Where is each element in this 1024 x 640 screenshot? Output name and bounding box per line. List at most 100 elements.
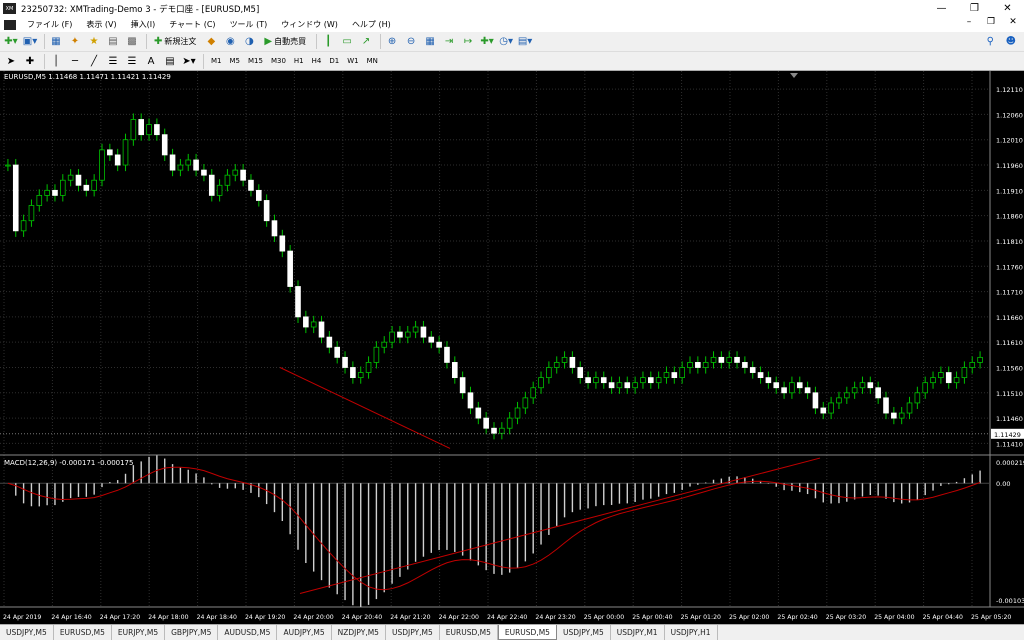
candle-body [671,372,678,379]
arrows-icon[interactable]: ➤▾ [181,53,197,69]
restore-icon[interactable]: ❐ [958,0,991,17]
timeframe-m30[interactable]: M30 [267,54,290,69]
candle-body [451,362,458,379]
search-icon[interactable]: ⚲ [987,36,994,47]
data-window-icon[interactable]: ✦ [67,34,83,50]
menu-insert[interactable]: 挿入(I) [124,19,163,30]
zoom-out-icon[interactable]: ⊖ [403,34,419,50]
price-tick-label: 1.12010 [996,137,1023,145]
candle-body [295,286,301,318]
chart-window[interactable]: 1.12110 1.12060 1.12010 1.11960 1.11910 1.118… [0,71,1024,624]
menu-help[interactable]: ヘルプ (H) [345,19,398,30]
menu-view[interactable]: 表示 (V) [79,19,123,30]
chart-tab[interactable]: AUDUSD,M5 [218,625,278,640]
timeframe-w1[interactable]: W1 [343,54,362,69]
child-restore-icon[interactable]: ❐ [980,17,1002,27]
new-order-button[interactable]: ✚ 新規注文 [150,34,200,50]
autoscroll-icon[interactable]: ⇥ [441,34,457,50]
cursor-icon[interactable]: ➤ [3,53,19,69]
channel-icon[interactable]: ☰ [105,53,121,69]
candle-body [585,377,591,384]
chart-tab-active[interactable]: EURUSD,M5 [497,625,557,640]
trendline-icon[interactable]: ╱ [86,53,102,69]
chart-tab[interactable]: EURUSD,M5 [54,625,112,640]
chart-tab[interactable]: EURJPY,M5 [112,625,166,640]
menu-window[interactable]: ウィンドウ (W) [274,19,345,30]
candle-body [640,377,646,384]
chart-tab[interactable]: USDJPY,M5 [386,625,440,640]
crosshair-icon[interactable]: ✚ [22,53,38,69]
system-menu-icon[interactable] [4,19,16,30]
new-chart-icon[interactable]: ✚▾ [3,34,19,50]
time-tick-label: 24 Apr 22:40 [487,614,527,621]
line-chart-icon[interactable]: ↗ [358,34,374,50]
chart-shift-icon[interactable]: ↦ [460,34,476,50]
chart-tab[interactable]: USDJPY,H1 [665,625,718,640]
signals-icon[interactable]: ◉ [222,34,238,50]
new-order-label: 新規注文 [164,37,197,46]
menu-tools[interactable]: ツール (T) [223,19,275,30]
price-tick-label: 1.11760 [996,263,1023,271]
child-minimize-icon[interactable]: – [958,17,980,27]
close-icon[interactable]: ✕ [991,0,1024,17]
timeframe-mn[interactable]: MN [363,54,382,69]
candle-body [475,407,482,419]
candle-body [428,336,435,343]
candle-body [820,407,827,414]
candle-body [138,119,145,136]
auto-trading-button[interactable]: ▶ 自動売買 [260,34,310,50]
timeframe-h4[interactable]: H4 [308,54,326,69]
chart-tab[interactable]: NZDJPY,M5 [332,625,386,640]
chart-tab[interactable]: USDJPY,M1 [611,625,665,640]
time-tick-label: 24 Apr 2019 [3,614,41,621]
fibonacci-icon[interactable]: ☰ [124,53,140,69]
chart-tab[interactable]: EURUSD,M5 [440,625,498,640]
candle-body [44,189,50,196]
menu-file[interactable]: ファイル (F) [20,19,79,30]
timeframe-h1[interactable]: H1 [290,54,308,69]
menu-chart[interactable]: チャート (C) [162,19,222,30]
minimize-icon[interactable]: — [925,0,958,17]
chart-tab[interactable]: GBPJPY,M5 [165,625,219,640]
candle-body [514,407,521,419]
horizontal-line-icon[interactable]: ─ [67,53,83,69]
tile-windows-icon[interactable]: ▦ [422,34,438,50]
timeframe-d1[interactable]: D1 [325,54,343,69]
profiles-icon[interactable]: ▣▾ [22,34,38,50]
community-icon[interactable]: ☻ [1006,36,1016,47]
child-close-icon[interactable]: ✕ [1002,17,1024,27]
candle-body [655,377,662,384]
periods-icon[interactable]: ◷▾ [498,34,514,50]
timeframe-m15[interactable]: M15 [244,54,267,69]
text-label-icon[interactable]: ▤ [162,53,178,69]
navigator-icon[interactable]: ★ [86,34,102,50]
market-icon[interactable]: ◑ [241,34,257,50]
candle-body [326,336,333,348]
strategy-tester-icon[interactable]: ▩ [124,34,140,50]
price-tick-label: 1.11560 [996,364,1023,372]
candle-body [804,387,811,394]
vertical-line-icon[interactable]: │ [48,53,64,69]
candle-body [663,372,670,379]
candlestick-chart-icon[interactable]: ▭ [339,34,355,50]
app-logo-icon: XM [3,3,16,14]
price-chart[interactable]: 1.12110 1.12060 1.12010 1.11960 1.11910 1.118… [0,71,1024,624]
candle-body [12,164,19,232]
chart-tab[interactable]: USDJPY,M5 [0,625,54,640]
candle-body [185,159,192,166]
candle-body [216,184,223,196]
templates-icon[interactable]: ▤▾ [517,34,533,50]
chart-tab[interactable]: USDJPY,M5 [557,625,611,640]
terminal-icon[interactable]: ▤ [105,34,121,50]
metaeditor-icon[interactable]: ◆ [203,34,219,50]
indicators-icon[interactable]: ✚▾ [479,34,495,50]
market-watch-icon[interactable]: ▦ [48,34,64,50]
timeframe-m1[interactable]: M1 [207,54,226,69]
zoom-in-icon[interactable]: ⊕ [384,34,400,50]
text-icon[interactable]: A [143,53,159,69]
candle-body [632,382,638,389]
bar-chart-icon[interactable]: ┃ [320,34,336,50]
time-tick-label: 24 Apr 18:40 [197,614,237,621]
chart-tab[interactable]: AUDJPY,M5 [277,625,332,640]
timeframe-m5[interactable]: M5 [226,54,245,69]
